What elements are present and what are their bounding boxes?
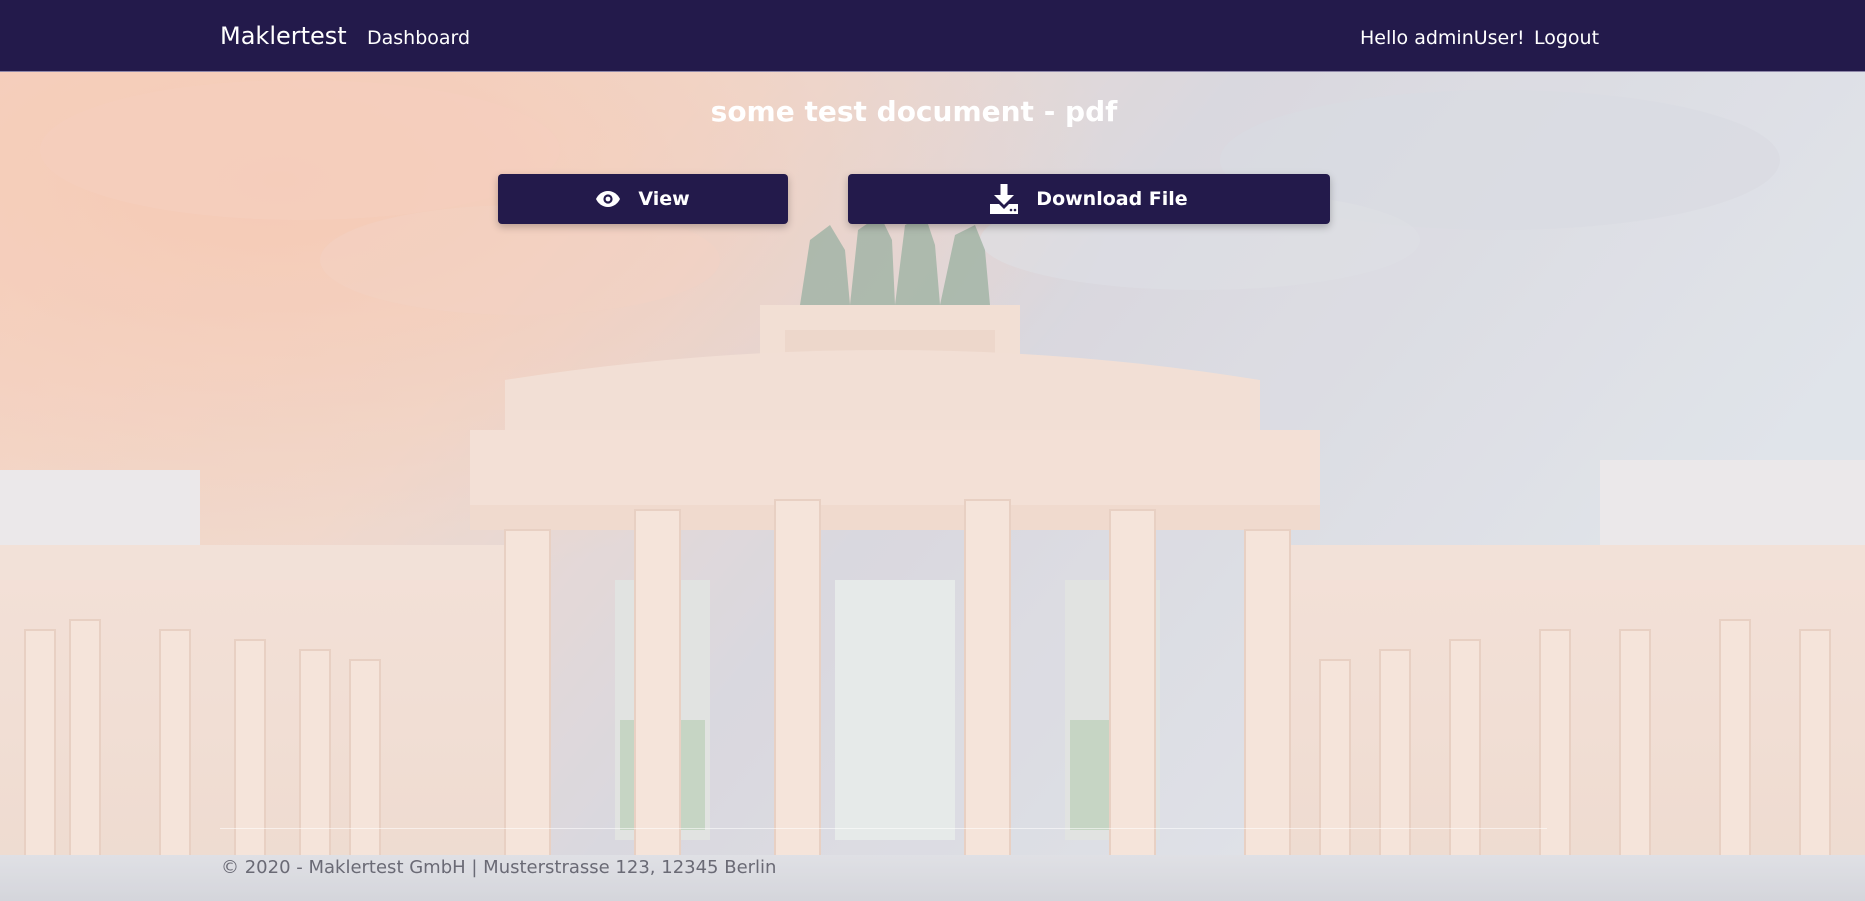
document-title: some test document - pdf — [710, 95, 1118, 128]
download-file-button-label: Download File — [1036, 188, 1188, 210]
logout-link[interactable]: Logout — [1534, 27, 1599, 49]
view-button-label: View — [638, 188, 690, 210]
view-button[interactable]: View — [498, 174, 788, 224]
footer-divider — [220, 828, 1547, 829]
eye-icon — [596, 191, 621, 207]
brand-link[interactable]: Maklertest — [220, 22, 347, 50]
nav-dashboard-link[interactable]: Dashboard — [367, 27, 470, 49]
top-navbar: Maklertest Dashboard Hello adminUser! Lo… — [0, 0, 1865, 72]
download-file-button[interactable]: Download File — [848, 174, 1330, 224]
user-greeting: Hello adminUser! — [1360, 27, 1525, 49]
download-icon — [990, 184, 1019, 214]
footer-text: © 2020 - Maklertest GmbH | Musterstrasse… — [221, 857, 777, 878]
background-image — [0, 0, 1865, 901]
